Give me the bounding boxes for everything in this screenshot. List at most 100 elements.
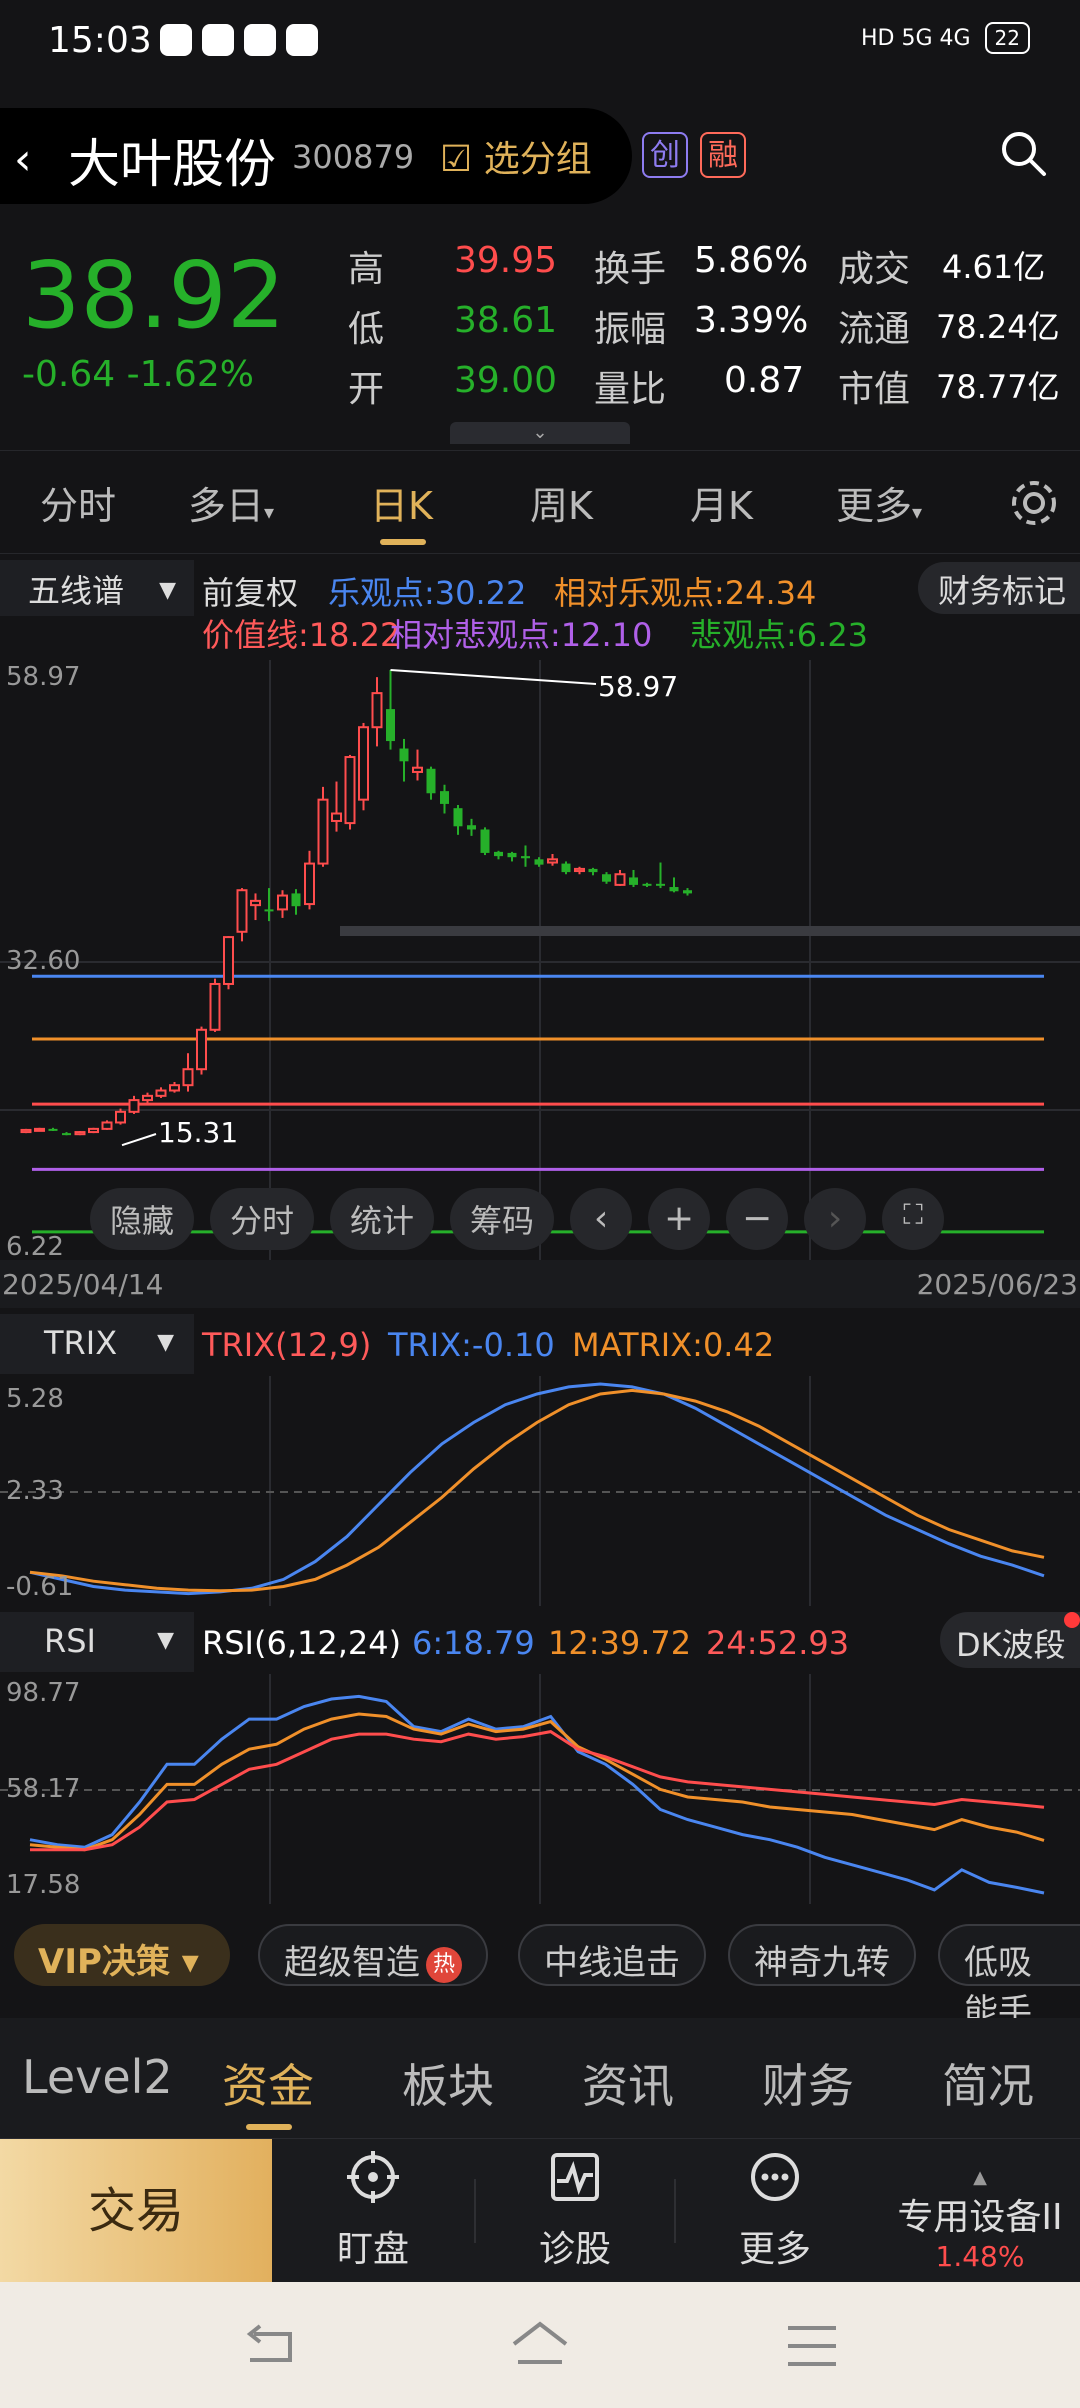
trix-value: TRIX:-0.10: [388, 1326, 555, 1364]
min-price-label: 15.31: [158, 1116, 239, 1149]
turnover-label: 换手: [594, 249, 667, 290]
caret-up-icon: ▲: [973, 2167, 987, 2188]
gear-icon[interactable]: [1008, 477, 1060, 529]
more-button[interactable]: 更多: [700, 2149, 850, 2272]
select-group-label: 选分组: [483, 139, 592, 180]
kline-svg: [0, 660, 1080, 1260]
financial-mark-button[interactable]: 财务标记: [918, 562, 1080, 614]
tab-funds[interactable]: 资金: [222, 2050, 314, 2116]
chip-nine-turn[interactable]: 神奇九转: [728, 1924, 916, 1986]
adjust-label: 前复权: [202, 574, 299, 612]
trade-button[interactable]: 交易: [0, 2139, 272, 2283]
prev-arrow-icon[interactable]: ‹: [570, 1188, 633, 1250]
tab-sector[interactable]: 板块: [402, 2050, 494, 2116]
rel-le-value: 相对乐观点:24.34: [554, 574, 817, 612]
home-nav-icon[interactable]: [508, 2316, 572, 2376]
chip-midline[interactable]: 中线追击: [518, 1924, 706, 1986]
select-group-button[interactable]: ☑ 选分组: [440, 130, 592, 182]
battery-icon: 22: [984, 22, 1030, 54]
candle: [223, 936, 234, 990]
tab-more[interactable]: 更多▾: [836, 475, 922, 530]
fullscreen-icon[interactable]: ⛶: [882, 1188, 945, 1250]
trix-dropdown-label: TRIX: [44, 1324, 118, 1362]
search-icon[interactable]: [998, 128, 1048, 178]
chart-tools: 隐藏 分时 统计 筹码 ‹ + − › ⛶: [90, 1188, 945, 1250]
chuang-badge: 创: [642, 132, 688, 178]
tab-level2[interactable]: Level2: [22, 2050, 173, 2104]
stats-button[interactable]: 统计: [330, 1188, 435, 1250]
timeshare-button[interactable]: 分时: [210, 1188, 315, 1250]
candle: [115, 1108, 126, 1125]
tab-more-label: 更多: [836, 484, 913, 528]
back-nav-icon[interactable]: [240, 2316, 300, 2376]
low-label: 低: [348, 309, 385, 350]
float-value: 78.24亿: [936, 308, 1060, 346]
high-value: 39.95: [454, 240, 558, 281]
watch-button[interactable]: 盯盘: [298, 2149, 448, 2272]
zoom-out-icon[interactable]: −: [726, 1188, 789, 1250]
candle: [331, 781, 342, 832]
candle: [20, 1128, 32, 1134]
tab-zhouk[interactable]: 周K: [530, 475, 593, 530]
low-value: 38.61: [454, 300, 558, 341]
device-pct: 1.48%: [935, 2240, 1025, 2273]
candle: [467, 818, 476, 836]
rsi-chart[interactable]: 98.77 58.17 17.58: [0, 1674, 1080, 1904]
rsi-y-top: 98.77: [6, 1678, 81, 1708]
min-pointer: [121, 1133, 157, 1147]
indicator-dropdown[interactable]: 五线谱 ▼: [0, 560, 194, 616]
chip-low-buy[interactable]: 低吸能手: [938, 1924, 1080, 2032]
menu-nav-icon[interactable]: [782, 2316, 842, 2376]
volume-ratio-label: 量比: [594, 369, 667, 410]
indicator-label: 五线谱: [28, 572, 125, 610]
trix-chart[interactable]: 5.28 2.33 -0.61: [0, 1376, 1080, 1606]
candle: [34, 1127, 45, 1132]
turnover-value: 5.86%: [694, 240, 809, 281]
related-sector-button[interactable]: ▲ 专用设备II 1.48%: [880, 2167, 1080, 2273]
candle: [574, 866, 585, 875]
trix-dropdown[interactable]: TRIX ▼: [0, 1314, 194, 1374]
candle: [209, 978, 221, 1032]
rsi-dropdown[interactable]: RSI ▼: [0, 1612, 194, 1672]
diagnose-button[interactable]: 诊股: [500, 2149, 650, 2272]
hot-badge: 热: [426, 1946, 462, 1983]
chips-button[interactable]: 筹码: [450, 1188, 555, 1250]
candle: [614, 869, 626, 886]
notification-dot-icon: [1064, 1612, 1080, 1628]
tab-finance[interactable]: 财务: [762, 2050, 854, 2116]
tab-fenshi[interactable]: 分时: [40, 475, 116, 530]
kline-chart[interactable]: 58.97 32.60 6.22 58.97 15.31: [0, 660, 1080, 1262]
hide-button[interactable]: 隐藏: [90, 1188, 195, 1250]
dropdown-triangle-icon: ▼: [159, 578, 176, 603]
next-arrow-icon[interactable]: ›: [804, 1188, 867, 1250]
chip-super-smart[interactable]: 超级智造热: [258, 1924, 488, 1986]
candle: [453, 804, 463, 835]
rsi12-value: 12:39.72: [548, 1624, 692, 1662]
candle: [656, 862, 665, 889]
deal-value: 4.61亿: [942, 248, 1046, 286]
vip-decision-button[interactable]: VIP决策 ▾: [14, 1924, 230, 1986]
tab-news[interactable]: 资讯: [582, 2050, 674, 2116]
candle: [250, 893, 261, 921]
tab-yuek[interactable]: 月K: [690, 475, 753, 530]
expand-chevron-icon[interactable]: ⌄: [450, 422, 630, 444]
date-start: 2025/04/14: [2, 1268, 164, 1301]
trix-y-mid: 2.33: [6, 1476, 64, 1506]
back-arrow-icon[interactable]: ‹: [14, 134, 32, 185]
candle: [480, 827, 490, 856]
rsi6-value: 6:18.79: [412, 1624, 535, 1662]
dk-band-button[interactable]: DK波段: [940, 1612, 1080, 1668]
zoom-in-icon[interactable]: +: [648, 1188, 711, 1250]
amplitude-value: 3.39%: [694, 300, 809, 341]
candle: [304, 850, 315, 910]
mktcap-label: 市值: [838, 369, 911, 410]
tab-rik[interactable]: 日K: [370, 475, 433, 530]
y-axis-bottom-label: 6.22: [6, 1232, 64, 1262]
date-end: 2025/06/23: [916, 1268, 1078, 1301]
candle: [588, 867, 598, 876]
candle: [155, 1087, 167, 1098]
volume-ratio-value: 0.87: [724, 360, 805, 401]
tab-duori[interactable]: 多日▾: [188, 475, 274, 530]
tab-profile[interactable]: 简况: [942, 2050, 1034, 2116]
divider: [474, 2179, 476, 2243]
